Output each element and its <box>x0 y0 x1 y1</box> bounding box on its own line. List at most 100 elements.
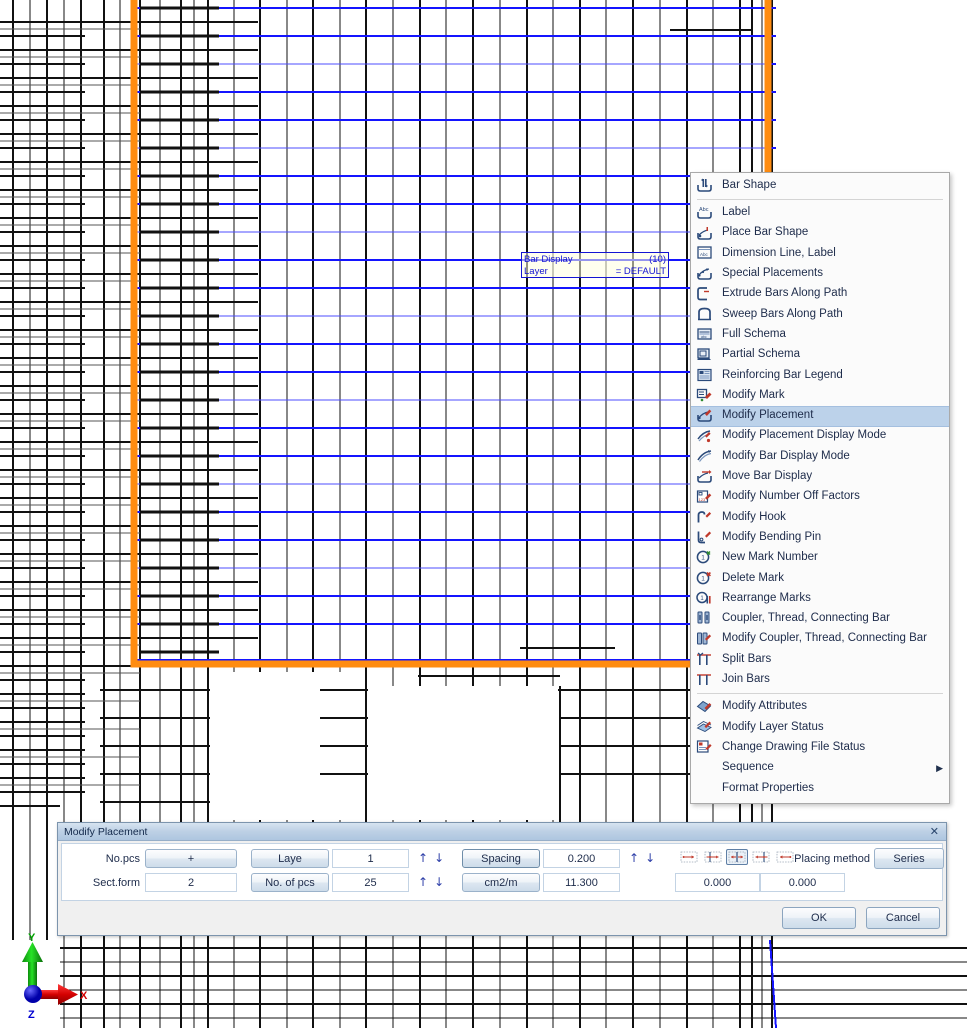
menu-item-label: Special Placements <box>722 267 823 280</box>
spacing-mode-center-icon[interactable] <box>726 849 748 865</box>
menu-item-rearrange-marks[interactable]: 1 Rearrange Marks <box>691 589 949 609</box>
context-menu[interactable]: Bar Shape Abc Label Place Bar Shape Abc Dimen… <box>690 172 950 804</box>
menu-item-place-bar-shape[interactable]: Place Bar Shape <box>691 224 949 244</box>
spacing-up-arrow-icon[interactable]: ↑ <box>629 852 639 864</box>
spacing-mode-free-icon[interactable] <box>678 849 700 865</box>
menu-item-delete-mark[interactable]: 1 Delete Mark <box>691 569 949 589</box>
cancel-button[interactable]: Cancel <box>866 907 940 929</box>
menu-item-split-bars[interactable]: Split Bars <box>691 650 949 670</box>
menu-item-modify-placement-display-mode[interactable]: Modify Placement Display Mode <box>691 427 949 447</box>
menu-item-reinforcing-bar-legend[interactable]: Reinforcing Bar Legend <box>691 366 949 386</box>
partial-schema-icon <box>695 347 715 364</box>
unit-button[interactable]: cm2/m <box>462 873 540 892</box>
layer-up-arrow-icon[interactable]: ↑ <box>418 852 428 864</box>
menu-item-label: Format Properties <box>722 781 815 794</box>
spacing-value-field[interactable]: 0.200 <box>543 849 620 868</box>
menu-item-label: Full Schema <box>722 327 786 340</box>
extrude-bars-icon <box>695 286 715 303</box>
join-bars-icon <box>695 672 715 688</box>
menu-item-label[interactable]: Abc Label <box>691 203 949 223</box>
menu-item-move-bar-display[interactable]: Move Bar Display <box>691 467 949 487</box>
menu-item-no-icon <box>695 760 715 776</box>
menu-item-new-mark-number[interactable]: 1 New Mark Number <box>691 548 949 568</box>
menu-item-modify-bending-pin[interactable]: Modify Bending Pin <box>691 528 949 548</box>
menu-item-label: Join Bars <box>722 673 770 686</box>
menu-item-label: Modify Attributes <box>722 700 808 713</box>
menu-item-partial-schema[interactable]: Partial Schema <box>691 345 949 365</box>
menu-item-label: Delete Mark <box>722 571 784 584</box>
bar-display-title: Bar Display <box>524 254 573 265</box>
no-of-pcs-button[interactable]: No. of pcs <box>251 873 329 892</box>
menu-item-bar-shape[interactable]: Bar Shape <box>691 176 949 196</box>
menu-item-label: Move Bar Display <box>722 470 813 483</box>
spacing-mode-left-icon[interactable] <box>702 849 724 865</box>
menu-separator <box>697 693 943 695</box>
svg-text:abc: abc <box>701 335 707 339</box>
coupler-thread-connecting-bar-icon <box>695 611 715 627</box>
menu-item-modify-placement[interactable]: Modify Placement <box>691 406 949 427</box>
modify-placement-icon <box>695 408 715 424</box>
close-icon[interactable]: ✕ <box>927 825 942 838</box>
spacing-mode-button[interactable]: Spacing <box>462 849 540 868</box>
sect-form-field[interactable]: 2 <box>145 873 237 892</box>
offset-left-field[interactable]: 0.000 <box>675 873 760 892</box>
menu-item-format-properties[interactable]: Format Properties <box>691 779 949 799</box>
menu-item-label: Modify Layer Status <box>722 720 824 733</box>
menu-item-modify-layer-status[interactable]: Modify Layer Status <box>691 718 949 738</box>
menu-item-label: Modify Mark <box>722 388 785 401</box>
split-bars-icon <box>695 652 715 668</box>
menu-item-sequence[interactable]: Sequence ▶ <box>691 758 949 778</box>
svg-text:Abc: Abc <box>699 207 709 213</box>
spacing-mode-selector[interactable] <box>678 849 796 865</box>
no-of-pcs-field[interactable]: 25 <box>332 873 409 892</box>
change-drawing-file-status-icon <box>695 740 715 756</box>
chevron-right-icon: ▶ <box>936 762 943 773</box>
menu-item-extrude-bars-along-path[interactable]: Extrude Bars Along Path <box>691 284 949 304</box>
modify-hook-icon <box>695 510 715 526</box>
layer-value-field[interactable]: 1 <box>332 849 409 868</box>
placing-method-label: Placing method <box>794 853 870 865</box>
menu-item-change-drawing-file-status[interactable]: Change Drawing File Status <box>691 738 949 758</box>
menu-item-modify-mark[interactable]: Modify Mark <box>691 386 949 406</box>
menu-item-label: Split Bars <box>722 652 772 665</box>
menu-item-label: Modify Bar Display Mode <box>722 449 850 462</box>
dimension-line-label-icon: Abc <box>695 246 715 262</box>
modify-bar-display-mode-icon <box>695 449 715 465</box>
modify-attributes-icon <box>695 700 715 716</box>
menu-item-join-bars[interactable]: Join Bars <box>691 670 949 690</box>
unit-value-field[interactable]: 11.300 <box>543 873 620 892</box>
special-placements-icon <box>695 266 715 282</box>
pcs-down-arrow-icon[interactable]: ↓ <box>434 876 444 888</box>
menu-item-label: Modify Number Off Factors <box>722 490 860 503</box>
menu-item-modify-hook[interactable]: Modify Hook <box>691 508 949 528</box>
layer-button[interactable]: Laye <box>251 849 329 868</box>
ok-button[interactable]: OK <box>782 907 856 929</box>
menu-item-modify-bar-display-mode[interactable]: Modify Bar Display Mode <box>691 447 949 467</box>
menu-item-coupler-thread-connecting-bar[interactable]: Coupler, Thread, Connecting Bar <box>691 609 949 629</box>
offset-right-field[interactable]: 0.000 <box>760 873 845 892</box>
menu-item-label: Sequence <box>722 761 774 774</box>
menu-item-full-schema[interactable]: abc Full Schema <box>691 325 949 345</box>
menu-item-modify-number-off-factors[interactable]: 123 Modify Number Off Factors <box>691 487 949 507</box>
full-schema-icon: abc <box>695 327 715 343</box>
layer-down-arrow-icon[interactable]: ↓ <box>434 852 444 864</box>
dialog-body: No.pcs + Laye 1 ↑ ↓ Spacing 0.200 ↑ ↓ Pl… <box>61 843 944 901</box>
modify-layer-status-icon <box>695 720 715 736</box>
pcs-up-arrow-icon[interactable]: ↑ <box>418 876 428 888</box>
svg-text:1: 1 <box>701 575 705 582</box>
svg-text:Abc: Abc <box>700 252 709 257</box>
menu-item-dimension-line-label[interactable]: Abc Dimension Line, Label <box>691 244 949 264</box>
bar-shape-icon <box>695 178 715 194</box>
spacing-mode-right-icon[interactable] <box>750 849 772 865</box>
modify-placement-dialog[interactable]: Modify Placement ✕ No.pcs + Laye 1 ↑ ↓ S… <box>57 822 947 936</box>
new-mark-number-icon: 1 <box>695 550 715 566</box>
menu-item-modify-coupler-thread-connecting-bar[interactable]: Modify Coupler, Thread, Connecting Bar <box>691 630 949 650</box>
plus-button[interactable]: + <box>145 849 237 868</box>
menu-item-special-placements[interactable]: Special Placements <box>691 264 949 284</box>
spacing-down-arrow-icon[interactable]: ↓ <box>645 852 655 864</box>
menu-item-modify-attributes[interactable]: Modify Attributes <box>691 697 949 717</box>
placing-method-button[interactable]: Series <box>874 848 944 869</box>
bar-display-count: (10) <box>649 254 666 265</box>
menu-item-no-icon <box>695 781 715 797</box>
menu-item-sweep-bars-along-path[interactable]: Sweep Bars Along Path <box>691 305 949 325</box>
